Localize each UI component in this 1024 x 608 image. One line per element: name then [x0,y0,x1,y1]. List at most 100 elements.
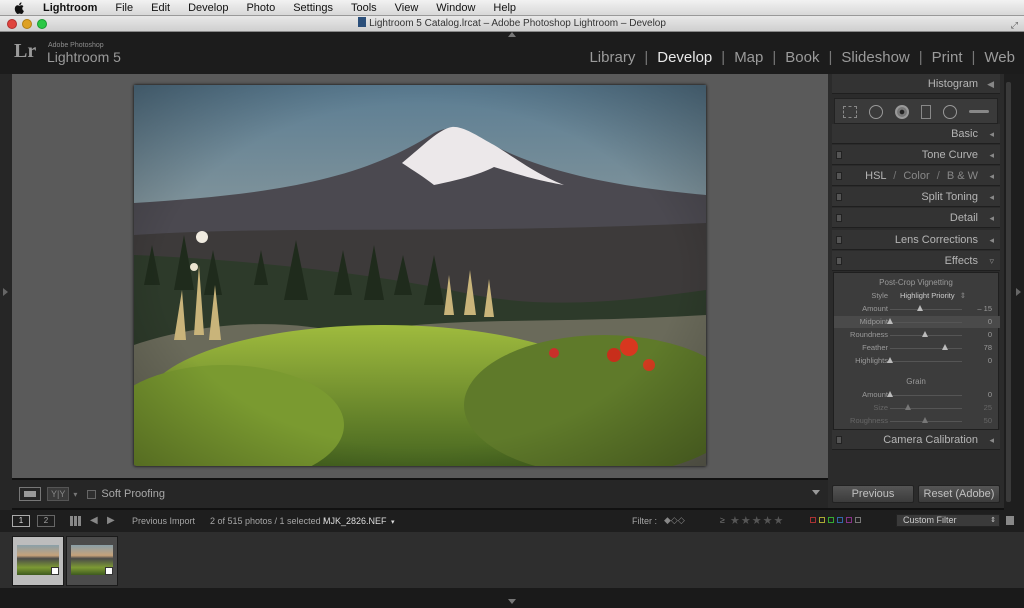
slider-track[interactable] [890,395,962,396]
panel-toggle-bottom-icon[interactable] [508,599,516,604]
blue-label-icon[interactable] [837,517,843,523]
slider-value[interactable]: 78 [962,343,992,352]
slider-value[interactable]: 0 [962,317,992,326]
dropdown-arrow-icon[interactable]: ▾ [73,490,77,499]
slider-row[interactable]: Highlights 0 [834,355,1000,367]
slider-row[interactable]: Roughness 50 [834,415,1000,427]
slider-track[interactable] [890,309,962,310]
menu-app[interactable]: Lightroom [34,2,106,14]
collapse-arrow-icon[interactable]: ◂ [989,124,994,144]
panel-switch-icon[interactable] [836,193,842,201]
slider-value[interactable]: – 15 [962,304,992,313]
collapse-right-panel-icon[interactable] [1016,288,1021,296]
slider-row[interactable]: Roundness 0 [834,329,1000,341]
module-book[interactable]: Book [784,49,820,66]
purple-label-icon[interactable] [846,517,852,523]
collapse-arrow-icon[interactable]: ◂ [989,145,994,165]
slider-thumb[interactable] [917,305,924,311]
soft-proofing-checkbox[interactable] [87,489,97,499]
before-after-view-button[interactable]: Y|Y [47,487,70,501]
grid-view-icon[interactable] [70,516,81,526]
split-toning-panel-header[interactable]: Split Toning ◂ [832,187,1000,207]
slider-track[interactable] [890,408,962,409]
slider-value[interactable]: 0 [962,390,992,399]
collapse-arrow-icon[interactable]: ◂ [989,430,994,450]
filter-lock-icon[interactable] [1006,516,1014,525]
collapse-arrow-icon[interactable]: ◂ [989,208,994,228]
radial-filter-tool-icon[interactable] [943,105,957,119]
menu-edit[interactable]: Edit [142,2,179,14]
filmstrip-thumbnail[interactable] [66,536,118,586]
toolbar-menu-icon[interactable] [812,490,820,495]
effects-panel-header[interactable]: Effects ▿ [832,251,1000,271]
slider-value[interactable]: 50 [962,416,992,425]
collapse-arrow-icon[interactable]: ◂ [989,166,994,186]
detail-panel-header[interactable]: Detail ◂ [832,208,1000,228]
panel-switch-icon[interactable] [836,172,842,180]
filmstrip-thumbnail[interactable] [12,536,64,586]
tone-curve-panel-header[interactable]: Tone Curve ◂ [832,145,1000,165]
hsl-tab[interactable]: HSL [865,170,886,182]
slider-track[interactable] [890,348,962,349]
module-develop[interactable]: Develop [656,49,713,66]
red-label-icon[interactable] [810,517,816,523]
minimize-window-button[interactable] [22,19,32,29]
hsl-panel-header[interactable]: HSL / Color / B & W ◂ [832,166,1000,186]
panel-switch-icon[interactable] [836,236,842,244]
previous-button[interactable]: Previous [832,485,914,503]
green-label-icon[interactable] [828,517,834,523]
slider-row[interactable]: Amount – 15 [834,303,1000,315]
collapse-arrow-icon[interactable]: ◂ [989,230,994,250]
menu-settings[interactable]: Settings [284,2,342,14]
scroll-thumb[interactable] [1006,82,1011,502]
gray-label-icon[interactable] [855,517,861,523]
slider-thumb[interactable] [904,404,911,410]
basic-panel-header[interactable]: Basic ◂ [832,124,1000,144]
collapse-arrow-icon[interactable]: ◂ [989,187,994,207]
slider-row[interactable]: Midpoint 0 [834,316,1000,328]
landscape-photo[interactable] [134,85,706,466]
slider-thumb[interactable] [887,318,893,324]
star-rating-filter[interactable]: ★★★★★ [730,514,784,527]
camera-calibration-panel-header[interactable]: Camera Calibration ◂ [832,430,1000,450]
red-eye-tool-icon[interactable] [895,105,909,119]
menu-window[interactable]: Window [427,2,484,14]
slider-thumb[interactable] [887,391,893,397]
slider-value[interactable]: 0 [962,330,992,339]
spot-removal-tool-icon[interactable] [869,105,883,119]
screen-2-button[interactable]: 2 [37,515,55,527]
lens-corrections-panel-header[interactable]: Lens Corrections ◂ [832,230,1000,250]
crop-tool-icon[interactable] [843,106,857,118]
slider-row[interactable]: Feather 78 [834,342,1000,354]
module-library[interactable]: Library [588,49,636,66]
reset-button[interactable]: Reset (Adobe) [918,485,1000,503]
bw-tab[interactable]: B & W [947,170,978,182]
zoom-window-button[interactable] [37,19,47,29]
slider-value[interactable]: 0 [962,356,992,365]
screen-1-button[interactable]: 1 [12,515,30,527]
source-label[interactable]: Previous Import [132,516,195,526]
style-dropdown[interactable]: Highlight Priority ⇕ [900,291,966,300]
apple-icon[interactable] [12,1,26,15]
panel-toggle-top-icon[interactable] [508,32,516,37]
slider-track[interactable] [890,361,962,362]
back-arrow-icon[interactable]: ◀ [90,515,98,526]
menu-file[interactable]: File [106,2,142,14]
slider-thumb[interactable] [922,417,928,423]
slider-value[interactable]: 25 [962,403,992,412]
loupe-view-icon[interactable] [19,487,41,501]
slider-track[interactable] [890,322,962,323]
menu-tools[interactable]: Tools [342,2,386,14]
adjustment-brush-tool-icon[interactable] [969,110,989,113]
menu-view[interactable]: View [386,2,428,14]
rating-operator[interactable]: ≥ [720,515,725,525]
fullscreen-icon[interactable]: ⤢ [1011,17,1018,33]
slider-row[interactable]: Size 25 [834,402,1000,414]
close-window-button[interactable] [7,19,17,29]
right-panel-scrollbar[interactable] [1004,74,1024,510]
module-slideshow[interactable]: Slideshow [840,49,910,66]
selected-filename[interactable]: MJK_2826.NEF ▾ [323,516,395,526]
menu-photo[interactable]: Photo [237,2,284,14]
histogram-panel-header[interactable]: Histogram ◀ [832,74,1000,94]
panel-switch-icon[interactable] [836,214,842,222]
